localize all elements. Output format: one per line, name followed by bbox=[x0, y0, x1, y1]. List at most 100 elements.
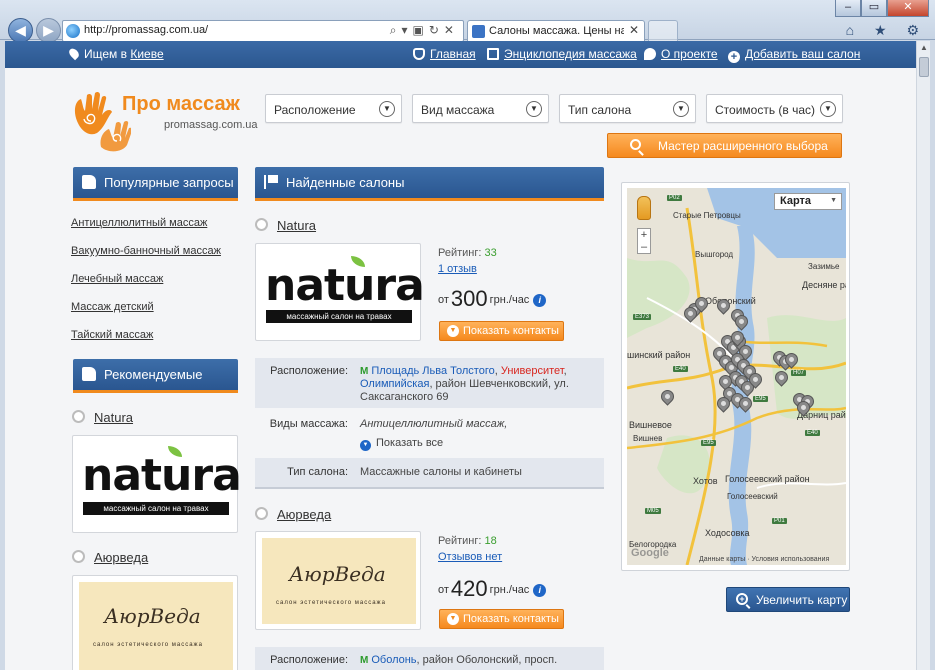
info-icon[interactable]: i bbox=[533, 294, 547, 307]
map-label: Е373 bbox=[633, 314, 652, 320]
nav-encyclopedia[interactable]: Энциклопедия массажа bbox=[487, 47, 637, 61]
maximize-button[interactable]: ▭ bbox=[861, 0, 887, 17]
natura-logo-tagline: массажный салон на травах bbox=[83, 502, 229, 515]
tab-active[interactable]: Салоны массажа. Цены на массаж в Киеве ✕ bbox=[467, 20, 645, 42]
metro-link[interactable]: Олимпийская bbox=[360, 378, 429, 390]
recommended-radio[interactable] bbox=[72, 410, 85, 423]
salon-location-row: Расположение: M Оболонь, район Оболонский… bbox=[255, 647, 604, 670]
new-tab-button[interactable] bbox=[648, 20, 678, 42]
salon-radio[interactable] bbox=[255, 218, 268, 231]
recommended-salon-name[interactable]: Аюрведа bbox=[94, 550, 148, 565]
enlarge-map-button[interactable]: + Увеличить карту bbox=[726, 587, 850, 612]
thumbs-up-icon bbox=[82, 367, 96, 381]
scroll-up-icon[interactable]: ▲ bbox=[919, 43, 929, 53]
salon-price: от300 грн./час i bbox=[438, 286, 547, 312]
filter-location-select[interactable]: Расположение ▼ bbox=[265, 94, 402, 123]
show-contacts-button[interactable]: ▼ Показать контакты bbox=[439, 609, 564, 629]
back-button[interactable]: ◀ bbox=[8, 18, 33, 43]
window-controls: – ▭ ✕ bbox=[835, 0, 929, 17]
recommended-salon-name[interactable]: Natura bbox=[94, 410, 133, 425]
enlarge-map-label: Увеличить карту bbox=[756, 593, 848, 607]
salon-rating: Рейтинг: 18 bbox=[438, 535, 497, 547]
location-city[interactable]: Киеве bbox=[130, 47, 163, 61]
filter-salon-type-select[interactable]: Тип салона ▼ bbox=[559, 94, 696, 123]
zoom-in-button[interactable]: + bbox=[638, 229, 650, 241]
salon-type-value: Массажные салоны и кабинеты bbox=[360, 466, 522, 478]
recommended-natura-logo[interactable]: natura массажный салон на травах bbox=[72, 435, 242, 533]
browser-toolbar-icons[interactable]: ⌂ ★ ⚙ bbox=[846, 22, 927, 39]
map-zoom-control[interactable]: + – bbox=[637, 228, 651, 254]
browser-chrome: – ▭ ✕ ◀ ▶ http://promassag.com.ua/ ⌕▾▣↻✕… bbox=[0, 0, 935, 43]
metro-link[interactable]: Университет bbox=[501, 365, 564, 377]
show-contacts-label: Показать контакты bbox=[463, 325, 559, 337]
ayurveda-logo-background: АюрВеда салон эстетического массажа bbox=[262, 538, 416, 624]
massage-types-value: Антицеллюлитный массаж, bbox=[360, 418, 508, 430]
recommended-title: Рекомендуемые bbox=[104, 367, 203, 382]
salon-name[interactable]: Natura bbox=[277, 218, 316, 233]
nav-add-salon-link[interactable]: Добавить ваш салон bbox=[745, 47, 860, 61]
filter-massage-type-label: Вид массажа bbox=[421, 103, 495, 117]
salon-natura-logo[interactable]: natura массажный салон на травах bbox=[255, 243, 425, 341]
map-canvas[interactable]: P02 Старые Петровцы Вышгород Зазимье Дес… bbox=[627, 188, 846, 565]
address-bar[interactable]: http://promassag.com.ua/ ⌕▾▣↻✕ bbox=[62, 20, 464, 42]
nav-home[interactable]: Главная bbox=[413, 47, 476, 61]
found-salons-title: Найденные салоны bbox=[286, 175, 405, 190]
map-footer[interactable]: Данные карты · Условия использования bbox=[699, 556, 829, 563]
popular-queries-title: Популярные запросы bbox=[104, 175, 234, 190]
found-salons-header: Найденные салоны bbox=[255, 167, 604, 201]
popular-link[interactable]: Антицеллюлитный массаж bbox=[71, 217, 207, 229]
filter-price-select[interactable]: Стоимость (в час) ▼ bbox=[706, 94, 843, 123]
show-all-link[interactable]: ▼ Показать все bbox=[360, 437, 596, 451]
plus-circle-icon: + bbox=[728, 51, 740, 63]
nav-home-link[interactable]: Главная bbox=[430, 47, 476, 61]
nav-encyclopedia-link[interactable]: Энциклопедия массажа bbox=[504, 47, 637, 61]
book-icon bbox=[487, 48, 499, 60]
map-label: Вишнев bbox=[633, 434, 663, 443]
city-selector[interactable]: Ищем в Киеве bbox=[67, 46, 164, 61]
site-logo[interactable]: Про массаж promassag.com.ua bbox=[71, 91, 258, 153]
show-contacts-button[interactable]: ▼ Показать контакты bbox=[439, 321, 564, 341]
recommended-header: Рекомендуемые bbox=[73, 359, 238, 393]
natura-logo-tagline: массажный салон на травах bbox=[266, 310, 412, 323]
address-bar-actions[interactable]: ⌕▾▣↻✕ bbox=[390, 23, 459, 38]
street-view-pegman-icon[interactable] bbox=[637, 196, 651, 220]
page-scrollbar[interactable]: ▲ bbox=[916, 41, 930, 670]
reviews-link[interactable]: Отзывов нет bbox=[438, 551, 502, 563]
popular-link[interactable]: Массаж детский bbox=[71, 301, 154, 313]
chevron-down-icon: ▼ bbox=[447, 613, 459, 625]
metro-link[interactable]: Площадь Льва Толстого bbox=[371, 365, 494, 377]
salon-separator bbox=[255, 487, 604, 489]
nav-about-link[interactable]: О проекте bbox=[661, 47, 718, 61]
metro-link[interactable]: Оболонь bbox=[371, 654, 416, 666]
filter-massage-type-select[interactable]: Вид массажа ▼ bbox=[412, 94, 549, 123]
salon-name[interactable]: Аюрведа bbox=[277, 507, 331, 522]
price-unit: грн./час bbox=[489, 584, 530, 596]
minimize-button[interactable]: – bbox=[835, 0, 861, 17]
advanced-search-wizard-button[interactable]: Мастер расширенного выбора bbox=[607, 133, 842, 158]
salon-radio[interactable] bbox=[255, 507, 268, 520]
nav-add-salon[interactable]: + Добавить ваш салон bbox=[728, 47, 860, 63]
map-type-label: Карта bbox=[780, 195, 812, 207]
ayurveda-logo-word: АюрВеда bbox=[289, 562, 386, 586]
reviews-link[interactable]: 1 отзыв bbox=[438, 263, 477, 275]
map-type-select[interactable]: Карта ▼ bbox=[774, 193, 842, 210]
scrollbar-thumb[interactable] bbox=[919, 57, 929, 77]
tab-close-icon[interactable]: ✕ bbox=[629, 23, 639, 37]
hand-icon bbox=[413, 48, 425, 60]
location-label: Расположение: bbox=[270, 365, 348, 377]
forward-button[interactable]: ▶ bbox=[36, 18, 61, 43]
popular-link[interactable]: Лечебный массаж bbox=[71, 273, 163, 285]
address-url[interactable]: http://promassag.com.ua/ bbox=[84, 24, 208, 36]
chevron-down-icon: ▼ bbox=[820, 101, 836, 117]
popular-link[interactable]: Вакуумно-банночный массаж bbox=[71, 245, 221, 257]
salon-ayurveda-logo[interactable]: АюрВеда салон эстетического массажа bbox=[255, 531, 421, 630]
recommended-ayurveda-logo[interactable]: АюрВеда салон эстетического массажа bbox=[72, 575, 238, 670]
chevron-down-icon: ▼ bbox=[447, 325, 459, 337]
close-window-button[interactable]: ✕ bbox=[887, 0, 929, 17]
popular-link[interactable]: Тайский массаж bbox=[71, 329, 153, 341]
nav-about[interactable]: О проекте bbox=[644, 47, 718, 61]
recommended-radio[interactable] bbox=[72, 550, 85, 563]
zoom-out-button[interactable]: – bbox=[638, 241, 650, 253]
info-icon[interactable]: i bbox=[533, 584, 547, 597]
google-logo: Google bbox=[631, 547, 669, 559]
